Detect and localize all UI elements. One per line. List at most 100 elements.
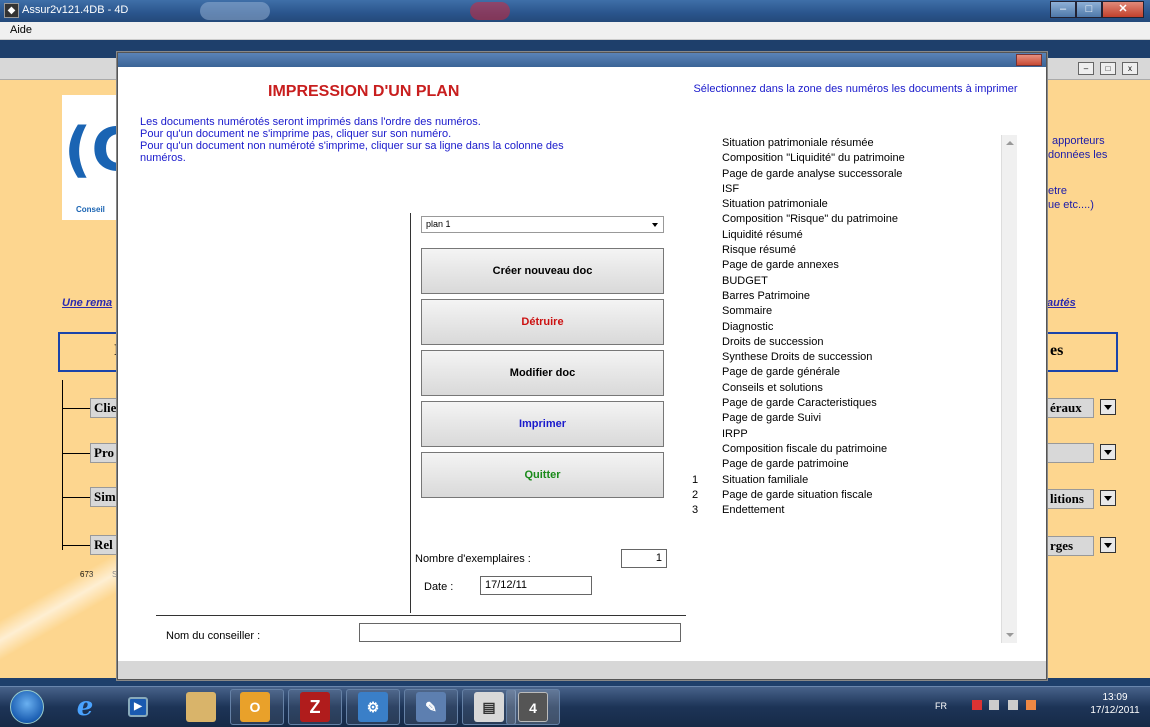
flag-icon[interactable]: [972, 700, 982, 710]
document-row[interactable]: IRPP: [685, 427, 1023, 442]
document-row[interactable]: Situation patrimoniale: [685, 197, 1023, 212]
volume-icon[interactable]: [1026, 700, 1036, 710]
bg-text: etre: [1048, 185, 1067, 197]
document-name: Conseils et solutions: [722, 381, 823, 394]
document-row[interactable]: 1 Situation familiale: [685, 473, 1023, 488]
bg-tree-branch: [62, 453, 92, 454]
document-list: Situation patrimoniale résumée Compositio…: [685, 136, 1023, 644]
document-row[interactable]: 3 Endettement: [685, 503, 1023, 518]
document-row[interactable]: Situation patrimoniale résumée: [685, 136, 1023, 151]
document-row[interactable]: Composition "Risque" du patrimoine: [685, 212, 1023, 227]
document-list-scrollbar[interactable]: [1001, 135, 1017, 643]
delete-button[interactable]: Détruire: [421, 299, 664, 345]
bg-button[interactable]: Pro: [90, 443, 120, 463]
document-row[interactable]: Page de garde patrimoine: [685, 457, 1023, 472]
window-title: Assur2v121.4DB - 4D: [22, 4, 129, 16]
dropdown-arrow-icon[interactable]: [1100, 444, 1116, 460]
document-name: Page de garde Caracteristiques: [722, 397, 877, 410]
create-doc-button[interactable]: Créer nouveau doc: [421, 248, 664, 294]
quit-button[interactable]: Quitter: [421, 452, 664, 498]
network-icon[interactable]: [989, 700, 999, 710]
tool-icon[interactable]: ⚙: [358, 692, 388, 722]
document-row[interactable]: Page de garde analyse successorale: [685, 167, 1023, 182]
document-row[interactable]: Risque résumé: [685, 243, 1023, 258]
document-row[interactable]: 2 Page de garde situation fiscale: [685, 488, 1023, 503]
maximize-button[interactable]: □: [1076, 1, 1102, 18]
start-button[interactable]: [10, 690, 44, 724]
document-row[interactable]: Page de garde annexes: [685, 258, 1023, 273]
clock-time: 13:09: [1102, 692, 1128, 703]
print-button[interactable]: Imprimer: [421, 401, 664, 447]
bg-link-left[interactable]: Une rema: [62, 297, 112, 309]
scroll-down-icon[interactable]: [1006, 633, 1014, 637]
signal-icon[interactable]: [1008, 700, 1018, 710]
document-row[interactable]: Composition "Liquidité" du patrimoine: [685, 151, 1023, 166]
instruction-line: Pour qu'un document non numéroté s'impri…: [140, 140, 564, 152]
clock[interactable]: 13:09 17/12/2011: [1090, 691, 1140, 717]
dropdown-arrow-icon[interactable]: [1100, 399, 1116, 415]
document-row[interactable]: Page de garde Caracteristiques: [685, 396, 1023, 411]
bg-button[interactable]: Clie: [90, 398, 120, 418]
bg-button[interactable]: éraux: [1046, 398, 1094, 418]
plan-select[interactable]: plan 1: [421, 216, 664, 233]
document-name: Endettement: [722, 504, 785, 517]
word-icon[interactable]: ▤: [474, 692, 504, 722]
dialog-title: IMPRESSION D'UN PLAN: [268, 83, 460, 100]
document-row[interactable]: BUDGET: [685, 274, 1023, 289]
bg-link-right[interactable]: autés: [1047, 297, 1076, 309]
bg-close-icon[interactable]: x: [1122, 62, 1138, 75]
4d-icon[interactable]: 4: [518, 692, 548, 722]
document-row[interactable]: Page de garde Suivi: [685, 411, 1023, 426]
document-number[interactable]: 3: [692, 503, 706, 518]
date-label: Date :: [424, 581, 454, 593]
document-row[interactable]: Droits de succession: [685, 335, 1023, 350]
dialog-close-button[interactable]: [1016, 54, 1042, 66]
filezilla-icon[interactable]: Z: [300, 692, 330, 722]
bg-button[interactable]: litions: [1046, 489, 1094, 509]
menu-aide[interactable]: Aide: [10, 24, 32, 36]
plan-select-value: plan 1: [426, 219, 451, 229]
divider-vertical: [410, 213, 411, 613]
window-controls: – □ ✕: [1050, 1, 1144, 18]
dropdown-arrow-icon[interactable]: [1100, 490, 1116, 506]
modify-doc-button[interactable]: Modifier doc: [421, 350, 664, 396]
language-indicator[interactable]: FR: [935, 701, 947, 711]
outlook-icon[interactable]: O: [240, 692, 270, 722]
document-row[interactable]: Liquidité résumé: [685, 228, 1023, 243]
document-row[interactable]: Conseils et solutions: [685, 381, 1023, 396]
document-name: Page de garde analyse successorale: [722, 167, 903, 180]
bg-button[interactable]: [1046, 443, 1094, 463]
copies-label: Nombre d'exemplaires :: [415, 553, 531, 565]
explorer-icon[interactable]: [186, 692, 216, 722]
document-row[interactable]: Composition fiscale du patrimoine: [685, 442, 1023, 457]
advisor-field[interactable]: [359, 623, 681, 642]
close-button[interactable]: ✕: [1102, 1, 1144, 18]
instruction-line: Les documents numérotés seront imprimés …: [140, 116, 481, 128]
document-name: Sommaire: [722, 305, 773, 318]
document-row[interactable]: Synthese Droits de succession: [685, 350, 1023, 365]
document-row[interactable]: Diagnostic: [685, 320, 1023, 335]
document-number[interactable]: 2: [692, 488, 706, 503]
bg-minimize-icon[interactable]: –: [1078, 62, 1094, 75]
date-field[interactable]: 17/12/11: [480, 576, 592, 595]
document-row[interactable]: Page de garde générale: [685, 365, 1023, 380]
document-number[interactable]: 1: [692, 473, 706, 488]
bg-button[interactable]: rges: [1046, 536, 1094, 556]
dropdown-arrow-icon[interactable]: [1100, 537, 1116, 553]
system-tray: FR 13:09 17/12/2011: [902, 687, 1142, 727]
copies-field[interactable]: 1: [621, 549, 667, 568]
document-row[interactable]: ISF: [685, 182, 1023, 197]
bg-button[interactable]: Sim: [90, 487, 120, 507]
media-player-icon[interactable]: ▶: [128, 697, 148, 717]
bg-tree-branch: [62, 497, 92, 498]
paint-icon[interactable]: ✎: [416, 692, 446, 722]
minimize-button[interactable]: –: [1050, 1, 1076, 18]
ie-icon[interactable]: e: [70, 692, 100, 722]
document-row[interactable]: Barres Patrimoine: [685, 289, 1023, 304]
document-name: Liquidité résumé: [722, 228, 803, 241]
logo-text: Conseil: [76, 205, 105, 214]
document-row[interactable]: Sommaire: [685, 304, 1023, 319]
company-logo: (C Conseil: [62, 95, 135, 220]
scroll-up-icon[interactable]: [1006, 141, 1014, 145]
bg-restore-icon[interactable]: □: [1100, 62, 1116, 75]
